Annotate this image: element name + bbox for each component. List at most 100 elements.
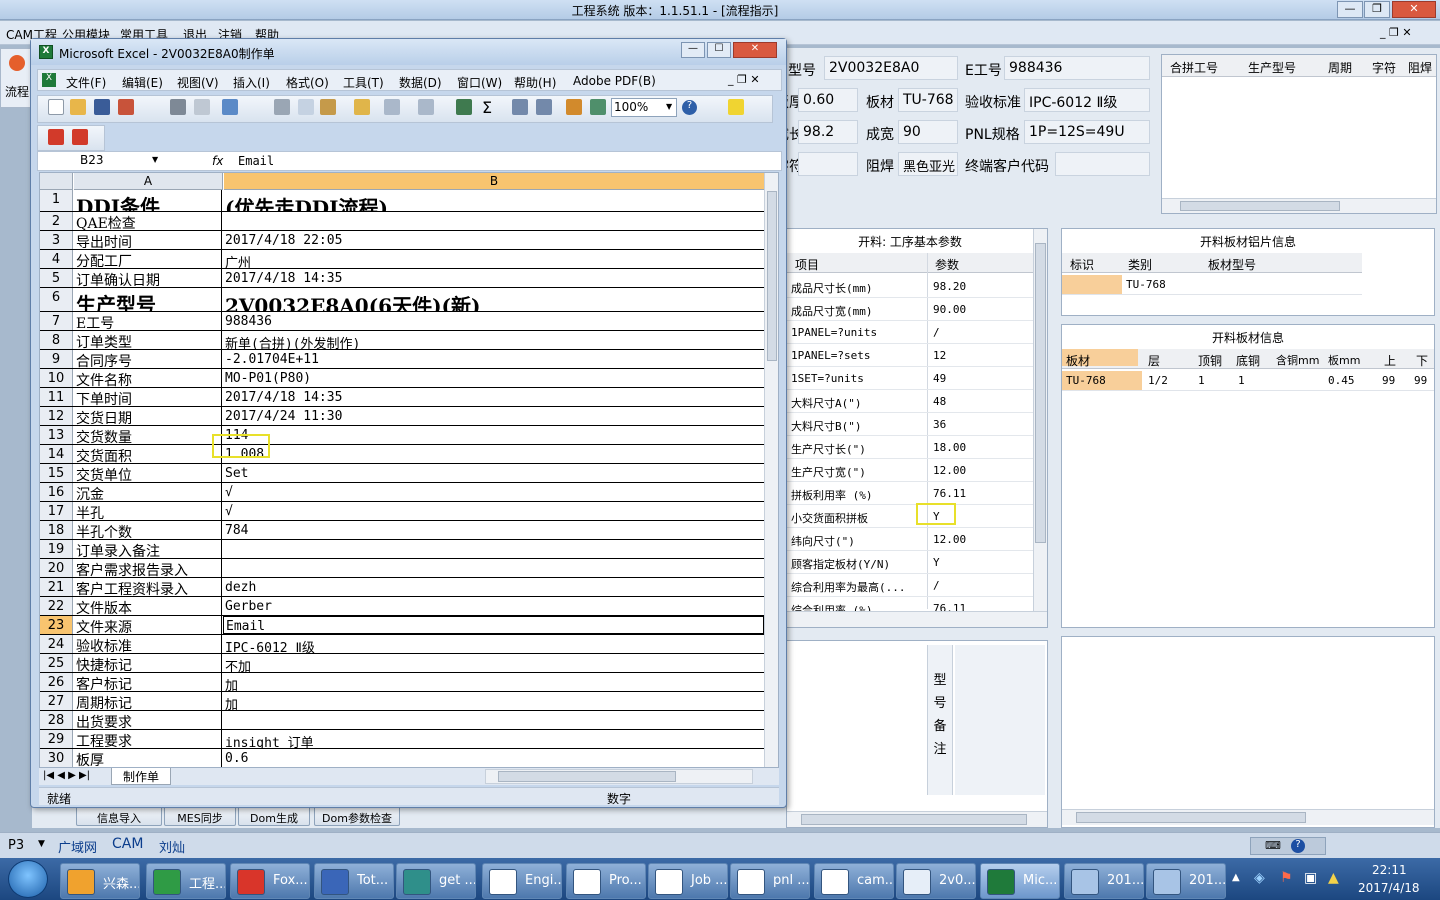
fill-color-icon[interactable] [728, 99, 744, 115]
col-header-b[interactable]: B [224, 173, 764, 190]
hyperlink-icon[interactable] [456, 99, 472, 115]
row-number[interactable]: 3 [40, 231, 73, 249]
row-number[interactable]: 26 [40, 673, 73, 691]
excel-menu-file[interactable]: 文件(F) [66, 74, 106, 91]
mdi-controls[interactable]: _ ❐ ✕ [1380, 26, 1412, 39]
thick-field[interactable]: 0.60 [798, 88, 858, 112]
cell-b[interactable]: 114 [223, 426, 764, 444]
cell-a[interactable]: 分配工厂 [74, 250, 222, 268]
cell-a[interactable]: 生产型号 [74, 288, 222, 311]
wid-field[interactable]: 90 [898, 120, 958, 144]
close-button[interactable]: ✕ [1392, 1, 1436, 18]
cell-a[interactable]: 交货单位 [74, 464, 222, 482]
params-row[interactable]: 综合利用率为最高(... / [787, 574, 1033, 597]
board-col-topcu[interactable]: 顶铜 [1198, 352, 1222, 369]
cell-a[interactable]: 客户标记 [74, 673, 222, 691]
cell-a[interactable]: 订单确认日期 [74, 269, 222, 287]
new-icon[interactable] [48, 99, 64, 115]
params-row[interactable]: 1PANEL=?sets 12 [787, 344, 1033, 367]
clock-time[interactable]: 22:11 [1372, 863, 1407, 877]
note-textarea[interactable] [955, 645, 1045, 795]
taskbar-item[interactable]: 201... [1146, 863, 1226, 899]
excel-menu-format[interactable]: 格式(O) [286, 74, 329, 91]
sort-desc-icon[interactable] [536, 99, 552, 115]
cell-b[interactable]: √ [223, 483, 764, 501]
format-painter-icon[interactable] [354, 99, 370, 115]
preview-icon[interactable] [194, 99, 210, 115]
cell-a[interactable]: 文件名称 [74, 369, 222, 387]
minimize-button[interactable]: — [1337, 1, 1363, 18]
tray-network-icon[interactable]: ◈ [1254, 870, 1265, 886]
board-col-material[interactable]: 板材 [1062, 349, 1138, 368]
cell-a[interactable]: 半孔个数 [74, 521, 222, 539]
col-header-a[interactable]: A [74, 173, 223, 190]
params-row[interactable]: 生产尺寸长(") 18.00 [787, 436, 1033, 459]
cell-a[interactable]: 订单类型 [74, 331, 222, 349]
cell-a[interactable]: 客户工程资料录入 [74, 578, 222, 596]
copy-icon[interactable] [298, 99, 314, 115]
cust-field[interactable] [1055, 152, 1150, 176]
taskbar-item[interactable]: Fox... [230, 863, 310, 899]
excel-menu-pdf[interactable]: Adobe PDF(B) [573, 74, 656, 88]
cell-b[interactable]: MO-P01(P80) [223, 369, 764, 387]
print-icon[interactable] [170, 99, 186, 115]
excel-doc-controls[interactable]: _ ❐ ✕ [728, 73, 760, 86]
row-number[interactable]: 10 [40, 369, 73, 387]
chevron-down-icon[interactable]: ▼ [38, 839, 45, 849]
cell-b[interactable]: (优先走DDI流程) [223, 190, 764, 211]
cell-b[interactable] [223, 212, 764, 230]
cell-a[interactable]: 沉金 [74, 483, 222, 501]
row-number[interactable]: 8 [40, 331, 73, 349]
keyboard-icon[interactable]: ⌨ [1265, 839, 1281, 852]
merge-col-cycle[interactable]: 周期 [1328, 59, 1352, 76]
sheet-vscroll-thumb[interactable] [767, 191, 777, 361]
help-icon[interactable]: ? [1291, 839, 1305, 853]
save-icon[interactable] [94, 99, 110, 115]
formula-input[interactable]: Email [238, 154, 274, 168]
row-number[interactable]: 21 [40, 578, 73, 596]
row-number[interactable]: 17 [40, 502, 73, 520]
taskbar-item[interactable]: 2v0... [896, 863, 976, 899]
params-vscroll-thumb[interactable] [1035, 243, 1046, 543]
cell-b[interactable]: 不加 [223, 654, 764, 672]
excel-menu-insert[interactable]: 插入(I) [233, 74, 270, 91]
undo-icon[interactable] [384, 99, 400, 115]
taskbar-item[interactable]: 201... [1064, 863, 1144, 899]
photo-col-model[interactable]: 板材型号 [1208, 256, 1256, 273]
board-info-row[interactable]: TU-768 1/2 1 1 0.45 99 99 [1062, 371, 1434, 391]
taskbar-item[interactable]: pnl ... [730, 863, 810, 899]
params-row[interactable]: 成品尺寸宽(mm) 90.00 [787, 298, 1033, 321]
excel-menu-data[interactable]: 数据(D) [399, 74, 442, 91]
len-field[interactable]: 98.2 [798, 120, 858, 144]
cell-a[interactable]: 交货日期 [74, 407, 222, 425]
sheet-hscrollbar[interactable] [485, 769, 753, 784]
sheet-hscroll-thumb[interactable] [498, 771, 676, 782]
clock-date[interactable]: 2017/4/18 [1358, 881, 1420, 895]
dom-check-button[interactable]: Dom参数检查 [314, 806, 400, 826]
cell-a[interactable]: 验收标准 [74, 635, 222, 653]
board-col-boardmm[interactable]: 板mm [1328, 352, 1360, 368]
cut-icon[interactable] [274, 99, 290, 115]
cell-a[interactable]: 工程要求 [74, 730, 222, 748]
row-number[interactable]: 16 [40, 483, 73, 501]
cell-a[interactable]: 交货面积 [74, 445, 222, 463]
cell-b[interactable]: 2017/4/18 14:35 [223, 388, 764, 406]
import-button[interactable]: 信息导入 [76, 806, 162, 826]
row-number[interactable]: 23 [40, 616, 73, 634]
cell-b[interactable]: Gerber [223, 597, 764, 615]
taskbar-item[interactable]: Pro... [566, 863, 646, 899]
row-number[interactable]: 22 [40, 597, 73, 615]
cell-a[interactable]: QAE检查 [74, 212, 222, 230]
merge-hscrollbar[interactable] [1162, 198, 1436, 213]
accept-field[interactable]: IPC-6012 Ⅱ级 [1024, 88, 1150, 112]
sheet-vscrollbar[interactable] [764, 173, 778, 771]
row-number[interactable]: 5 [40, 269, 73, 287]
row-number[interactable]: 24 [40, 635, 73, 653]
cell-b[interactable]: 784 [223, 521, 764, 539]
cell-b[interactable]: 2V0032E8A0(6天件)(新) [223, 288, 764, 311]
taskbar-item[interactable]: get ... [396, 863, 476, 899]
cell-a[interactable]: 客户需求报告录入 [74, 559, 222, 577]
cell-a[interactable]: 半孔 [74, 502, 222, 520]
merge-col-mask[interactable]: 阻焊 [1408, 59, 1432, 76]
pnl-field[interactable]: 1P=12S=49U [1024, 120, 1150, 144]
